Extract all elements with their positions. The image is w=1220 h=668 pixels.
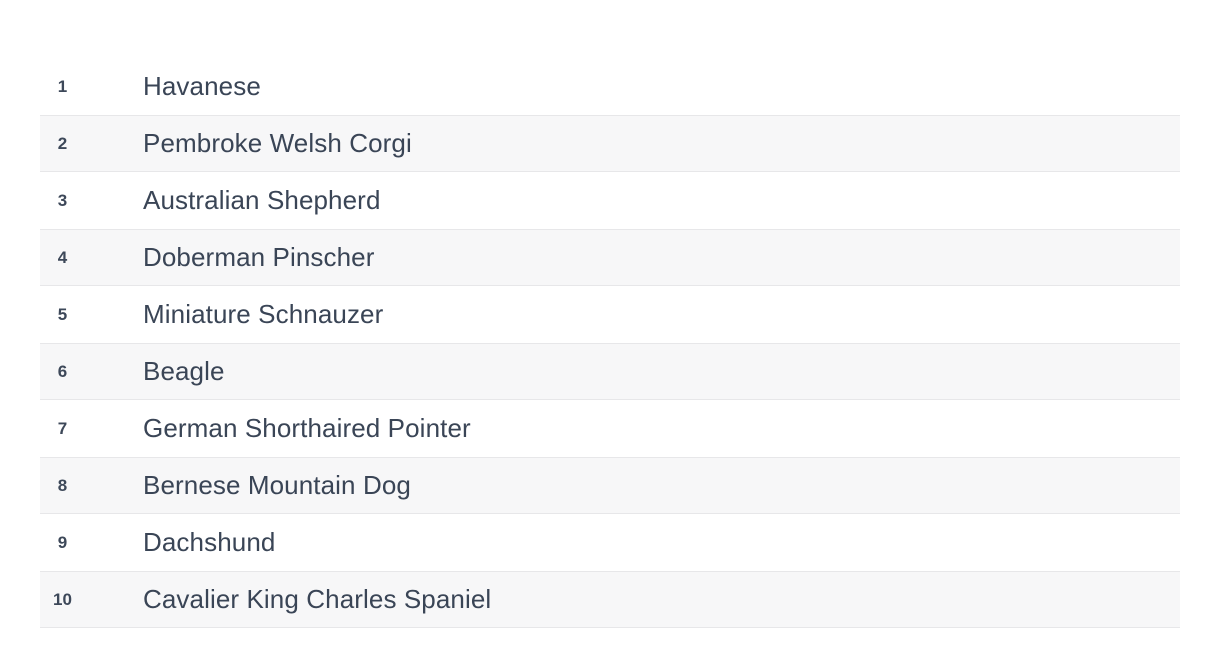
item-name: Beagle <box>143 357 225 386</box>
table-row[interactable]: 1 Havanese <box>40 58 1180 115</box>
table-row[interactable]: 4 Doberman Pinscher <box>40 229 1180 286</box>
item-name: German Shorthaired Pointer <box>143 414 471 443</box>
table-row[interactable]: 5 Miniature Schnauzer <box>40 286 1180 343</box>
page-root: 1 Havanese 2 Pembroke Welsh Corgi 3 Aust… <box>0 0 1220 668</box>
table-row[interactable]: 9 Dachshund <box>40 514 1180 571</box>
item-name: Australian Shepherd <box>143 186 381 215</box>
item-name: Havanese <box>143 72 261 101</box>
table-row[interactable]: 7 German Shorthaired Pointer <box>40 400 1180 457</box>
table-row[interactable]: 2 Pembroke Welsh Corgi <box>40 115 1180 172</box>
item-name: Dachshund <box>143 528 276 557</box>
rank-number: 5 <box>57 305 68 324</box>
item-name: Doberman Pinscher <box>143 243 375 272</box>
rank-number: 2 <box>57 134 68 153</box>
item-name: Bernese Mountain Dog <box>143 471 411 500</box>
item-name: Miniature Schnauzer <box>143 300 384 329</box>
rank-number: 10 <box>52 590 73 609</box>
ranking-table: 1 Havanese 2 Pembroke Welsh Corgi 3 Aust… <box>40 58 1180 628</box>
table-row[interactable]: 10 Cavalier King Charles Spaniel <box>40 571 1180 628</box>
rank-number: 9 <box>57 533 68 552</box>
rank-number: 6 <box>57 362 68 381</box>
item-name: Pembroke Welsh Corgi <box>143 129 412 158</box>
rank-number: 1 <box>57 77 68 96</box>
rank-number: 4 <box>57 248 68 267</box>
table-row[interactable]: 3 Australian Shepherd <box>40 172 1180 229</box>
table-row[interactable]: 8 Bernese Mountain Dog <box>40 457 1180 514</box>
rank-number: 8 <box>57 476 68 495</box>
rank-number: 7 <box>57 419 68 438</box>
rank-number: 3 <box>57 191 68 210</box>
item-name: Cavalier King Charles Spaniel <box>143 585 492 614</box>
table-row[interactable]: 6 Beagle <box>40 343 1180 400</box>
